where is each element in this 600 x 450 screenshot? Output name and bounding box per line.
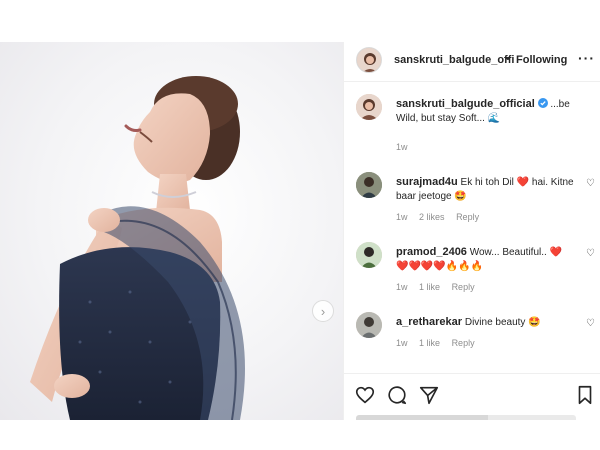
caption: sanskruti_balgude_official ...be Wild, b… (344, 94, 600, 164)
reply-button[interactable]: Reply (452, 282, 475, 292)
comment-meta: 1w 1 like Reply (396, 338, 484, 348)
post-author-username[interactable]: sanskruti_balgude_offi (394, 54, 514, 66)
hearts-fire-emoji: ❤️❤️❤️❤️🔥🔥🔥 (396, 261, 484, 272)
comment-time[interactable]: 1w (396, 338, 408, 348)
comment-body: Wow... Beautiful.. (469, 247, 547, 258)
heart-emoji: ❤️ (549, 247, 563, 258)
caption-meta: 1w (396, 142, 417, 152)
wave-emoji: 🌊 (487, 113, 501, 124)
likes-summary-peek (356, 415, 576, 420)
comment-likes[interactable]: 1 like (419, 282, 440, 292)
post-side-panel: sanskruti_balgude_offi • Following ··· s… (343, 42, 600, 420)
more-options-icon[interactable]: ··· (578, 50, 595, 66)
paper-plane-icon[interactable] (418, 384, 440, 406)
caption-text: sanskruti_balgude_official ...be Wild, b… (396, 97, 576, 126)
heart-outline-icon[interactable]: ♡ (586, 318, 595, 329)
avatar-image (356, 172, 382, 198)
post-photo[interactable]: › (0, 42, 343, 420)
comment-username[interactable]: surajmad4u (396, 176, 458, 188)
chevron-right-icon: › (320, 303, 326, 319)
comment-text: surajmad4u Ek hi toh Dil ❤️ hai. Kitne b… (396, 175, 576, 204)
avatar-image (356, 312, 382, 338)
reply-button[interactable]: Reply (456, 212, 479, 222)
comment-username[interactable]: pramod_2406 (396, 246, 467, 258)
post-actions (344, 373, 600, 417)
avatar-image (356, 94, 382, 120)
comment-body: Ek hi toh Dil (460, 177, 514, 188)
reply-button[interactable]: Reply (452, 338, 475, 348)
heart-outline-icon[interactable] (354, 384, 376, 406)
comment-likes[interactable]: 1 like (419, 338, 440, 348)
separator-dot: • (506, 53, 510, 65)
avatar[interactable] (356, 242, 382, 268)
post-header: sanskruti_balgude_offi • Following ··· (344, 42, 600, 82)
caption-username[interactable]: sanskruti_balgude_official (396, 98, 535, 110)
avatar[interactable] (356, 312, 382, 338)
photo-illustration (30, 76, 245, 420)
star-eyes-emoji: 🤩 (454, 191, 467, 202)
comment-meta: 1w 2 likes Reply (396, 212, 488, 222)
comment-item: a_retharekar Divine beauty 🤩 ♡ 1w 1 like… (344, 312, 600, 368)
comment-time[interactable]: 1w (396, 282, 408, 292)
bookmark-icon[interactable] (574, 384, 596, 406)
comment-text: a_retharekar Divine beauty 🤩 (396, 315, 576, 330)
truncated-text (356, 415, 576, 420)
comment-meta: 1w 1 like Reply (396, 282, 484, 292)
heart-outline-icon[interactable]: ♡ (586, 248, 595, 259)
heart-outline-icon[interactable]: ♡ (586, 178, 595, 189)
comment-icon[interactable] (386, 384, 408, 406)
star-eyes-emoji: 🤩 (528, 317, 541, 328)
next-photo-button[interactable]: › (312, 300, 334, 322)
avatar-image (356, 242, 382, 268)
following-button[interactable]: Following (516, 54, 567, 66)
comment-username[interactable]: a_retharekar (396, 316, 462, 328)
comment-text: pramod_2406 Wow... Beautiful.. ❤️ ❤️❤️❤️… (396, 245, 576, 274)
heart-emoji: ❤️ (516, 177, 530, 188)
comment-time[interactable]: 1w (396, 212, 408, 222)
avatar[interactable] (356, 94, 382, 120)
comment-body: Divine beauty (464, 317, 526, 328)
comments-list[interactable]: sanskruti_balgude_official ...be Wild, b… (344, 82, 600, 370)
avatar[interactable] (356, 172, 382, 198)
comment-item: pramod_2406 Wow... Beautiful.. ❤️ ❤️❤️❤️… (344, 242, 600, 302)
comment-item: surajmad4u Ek hi toh Dil ❤️ hai. Kitne b… (344, 172, 600, 232)
avatar-image (357, 48, 381, 72)
comment-likes[interactable]: 2 likes (419, 212, 445, 222)
verified-badge-icon (537, 98, 548, 108)
avatar[interactable] (356, 47, 382, 73)
caption-time[interactable]: 1w (396, 142, 408, 152)
